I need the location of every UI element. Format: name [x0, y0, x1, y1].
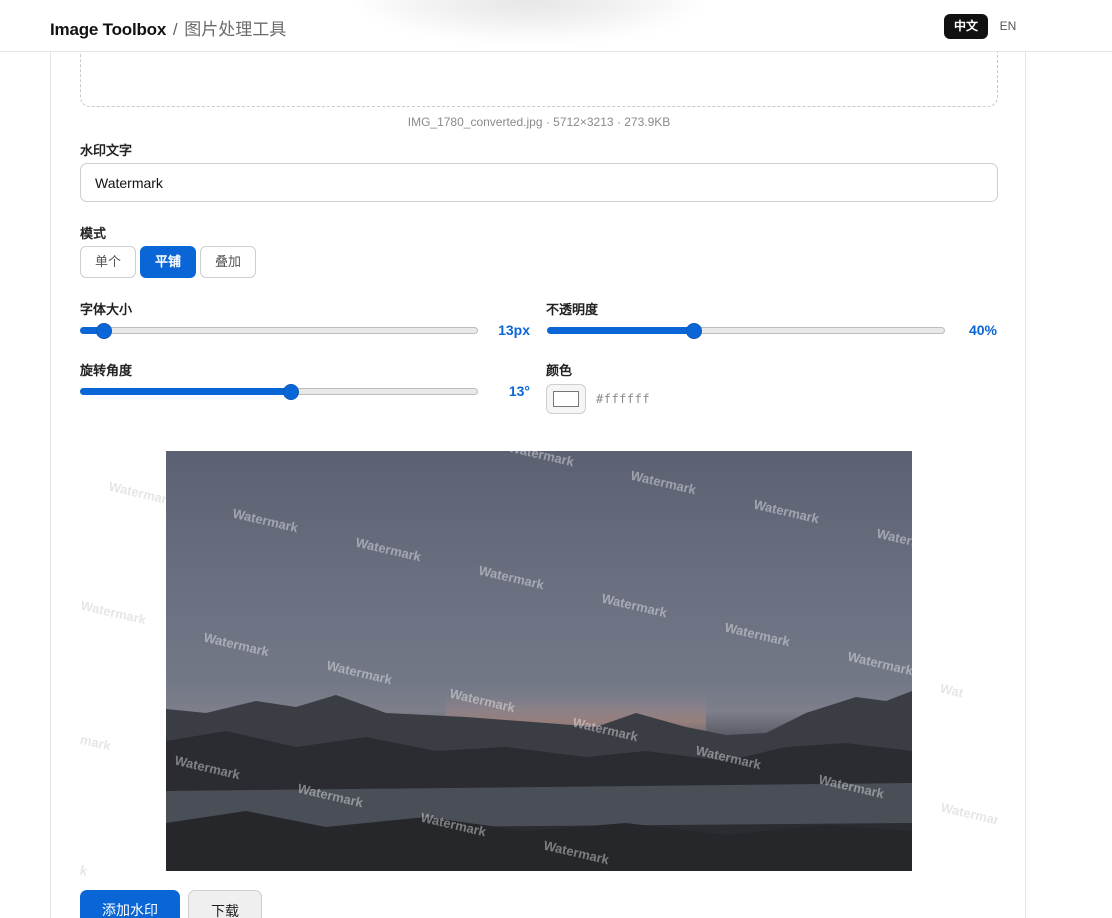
add-watermark-button[interactable]: 添加水印 [80, 890, 180, 918]
title-separator: / [172, 20, 178, 39]
mode-label: 模式 [80, 226, 107, 241]
rotation-label: 旋转角度 [80, 363, 133, 378]
lang-zh-button[interactable]: 中文 [944, 14, 988, 39]
app-header: Image Toolbox / 图片处理工具 中文 EN [0, 0, 1112, 52]
slider-fill [547, 327, 695, 334]
lang-en-button[interactable]: EN [994, 14, 1022, 39]
download-button[interactable]: 下载 [188, 890, 262, 918]
file-info: IMG_1780_converted.jpg · 5712×3213 · 273… [407, 115, 671, 129]
color-hex-value: #ffffff [596, 392, 651, 406]
watermark-overlay: Watermark [939, 799, 998, 830]
preview-image: Watermark Watermark Watermark Watermark … [166, 451, 912, 871]
watermark-text-input[interactable] [80, 163, 998, 202]
rotation-value: 13° [508, 383, 530, 399]
watermark-text-label: 水印文字 [80, 143, 133, 158]
slider-thumb[interactable] [686, 323, 703, 339]
rotation-slider[interactable] [80, 382, 478, 402]
decorative-blur [360, 0, 700, 40]
app-subtitle: 图片处理工具 [184, 20, 287, 39]
mode-single-button[interactable]: 单个 [80, 246, 136, 278]
watermark-overlay: Watermark [80, 597, 148, 628]
brand: Image Toolbox / 图片处理工具 [50, 15, 286, 40]
color-picker[interactable] [546, 384, 586, 414]
watermark-panel: IMG_1780_converted.jpg · 5712×3213 · 273… [50, 42, 1026, 918]
preview-canvas: Watermark Watermark mark k Wat Watermark [80, 450, 998, 885]
opacity-value: 40% [968, 322, 997, 338]
opacity-slider[interactable] [547, 321, 945, 341]
watermark-overlay: Wat [938, 680, 965, 701]
color-label: 颜色 [546, 363, 573, 378]
font-size-slider[interactable] [80, 321, 478, 341]
color-swatch-fill [553, 391, 579, 407]
opacity-label: 不透明度 [546, 302, 599, 317]
app-title: Image Toolbox [50, 20, 167, 39]
slider-track [80, 327, 478, 334]
slider-thumb[interactable] [95, 323, 112, 339]
watermark-overlay: mark [80, 731, 113, 754]
mode-overlay-button[interactable]: 叠加 [200, 246, 256, 278]
mode-tile-button[interactable]: 平铺 [140, 246, 196, 278]
slider-thumb[interactable] [282, 384, 299, 400]
watermark-overlay: k [80, 862, 89, 879]
slider-fill [80, 388, 291, 395]
font-size-value: 13px [498, 322, 530, 338]
font-size-label: 字体大小 [80, 302, 133, 317]
